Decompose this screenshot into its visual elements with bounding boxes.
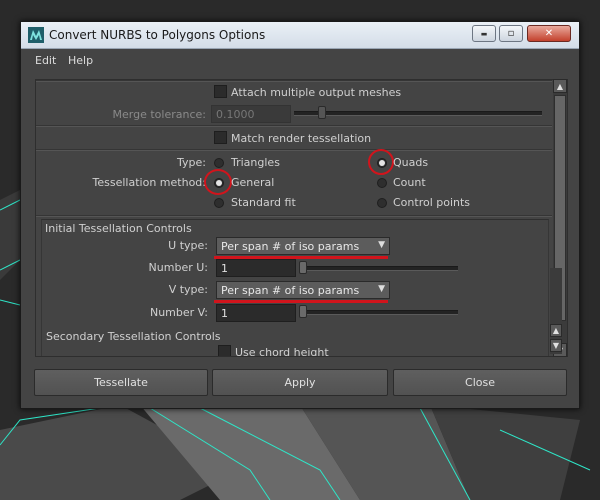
attach-multiple-checkbox[interactable] <box>214 85 227 98</box>
number-u-label: Number U: <box>148 261 208 274</box>
type-label: Type: <box>177 156 206 169</box>
u-type-dropdown[interactable]: Per span # of iso params ▼ <box>216 237 390 255</box>
quads-highlight-circle <box>368 149 394 175</box>
type-triangles-label: Triangles <box>231 156 280 169</box>
number-v-slider-track[interactable] <box>299 310 458 315</box>
maximize-icon: ▫ <box>507 28 515 39</box>
close-icon: ✕ <box>544 28 554 39</box>
chevron-up-icon: ▲ <box>556 81 564 91</box>
minimize-button[interactable]: ▬ <box>472 25 496 42</box>
v-type-dropdown[interactable]: Per span # of iso params ▼ <box>216 281 390 299</box>
merge-tolerance-label: Merge tolerance: <box>112 108 206 121</box>
v-type-underline <box>214 300 388 303</box>
chevron-down-icon: ▼ <box>378 284 385 294</box>
use-chord-height-label: Use chord height <box>235 346 329 357</box>
merge-tolerance-slider-handle[interactable] <box>318 106 326 119</box>
menu-bar: Edit Help <box>21 49 579 71</box>
options-scroll-panel: Attach multiple output meshes Merge tole… <box>35 79 568 357</box>
group-scroll-up-button[interactable]: ▲ <box>550 324 562 337</box>
scroll-up-button[interactable]: ▲ <box>553 79 567 93</box>
initial-tessellation-title: Initial Tessellation Controls <box>45 222 192 235</box>
v-type-label: V type: <box>168 283 208 296</box>
match-render-checkbox[interactable] <box>214 131 227 144</box>
method-control-points-label: Control points <box>393 196 471 209</box>
number-v-field[interactable]: 1 <box>216 304 296 322</box>
method-count-radio[interactable] <box>377 178 387 188</box>
type-triangles-radio[interactable] <box>214 158 224 168</box>
method-general-label: General <box>231 176 275 189</box>
minimize-icon: ▬ <box>480 29 488 38</box>
match-render-label: Match render tessellation <box>231 132 372 145</box>
general-highlight-circle <box>204 169 232 195</box>
number-u-slider-handle[interactable] <box>299 261 307 274</box>
method-control-points-radio[interactable] <box>377 198 387 208</box>
group-scroll-down-button[interactable]: ▼ <box>550 339 562 352</box>
merge-tolerance-slider-track[interactable] <box>294 111 542 116</box>
chevron-down-icon: ▼ <box>552 341 560 350</box>
tessellation-method-label: Tessellation method: <box>92 176 206 189</box>
type-quads-label: Quads <box>393 156 429 169</box>
merge-tolerance-field[interactable]: 0.1000 <box>211 105 291 123</box>
use-chord-height-checkbox[interactable] <box>218 345 231 356</box>
title-bar[interactable]: Convert NURBS to Polygons Options ▬ ▫ ✕ <box>21 22 579 49</box>
method-standard-fit-label: Standard fit <box>231 196 296 209</box>
u-type-label: U type: <box>168 239 208 252</box>
maya-app-icon <box>28 27 44 43</box>
chevron-up-icon: ▲ <box>552 326 560 335</box>
apply-label: Apply <box>284 376 316 389</box>
method-count-label: Count <box>393 176 426 189</box>
method-standard-fit-radio[interactable] <box>214 198 224 208</box>
window-title: Convert NURBS to Polygons Options <box>49 28 266 42</box>
chevron-down-icon: ▼ <box>378 240 385 250</box>
maximize-button[interactable]: ▫ <box>499 25 523 42</box>
v-type-value: Per span # of iso params <box>221 284 360 297</box>
number-u-slider-track[interactable] <box>299 266 458 271</box>
group-scrollbar[interactable]: ▲ ▼ <box>550 268 562 354</box>
options-dialog: Convert NURBS to Polygons Options ▬ ▫ ✕ … <box>20 21 580 409</box>
close-button[interactable]: Close <box>393 369 567 396</box>
apply-button[interactable]: Apply <box>212 369 388 396</box>
close-window-button[interactable]: ✕ <box>527 25 571 42</box>
tessellate-label: Tessellate <box>94 376 148 389</box>
u-type-value: Per span # of iso params <box>221 240 360 253</box>
number-v-label: Number V: <box>149 306 208 319</box>
close-label: Close <box>465 376 495 389</box>
number-u-field[interactable]: 1 <box>216 259 296 277</box>
number-v-slider-handle[interactable] <box>299 305 307 318</box>
attach-multiple-label: Attach multiple output meshes <box>231 86 402 99</box>
menu-edit[interactable]: Edit <box>35 54 56 67</box>
menu-help[interactable]: Help <box>68 54 93 67</box>
secondary-tessellation-title: Secondary Tessellation Controls <box>46 330 221 343</box>
tessellate-button[interactable]: Tessellate <box>34 369 208 396</box>
